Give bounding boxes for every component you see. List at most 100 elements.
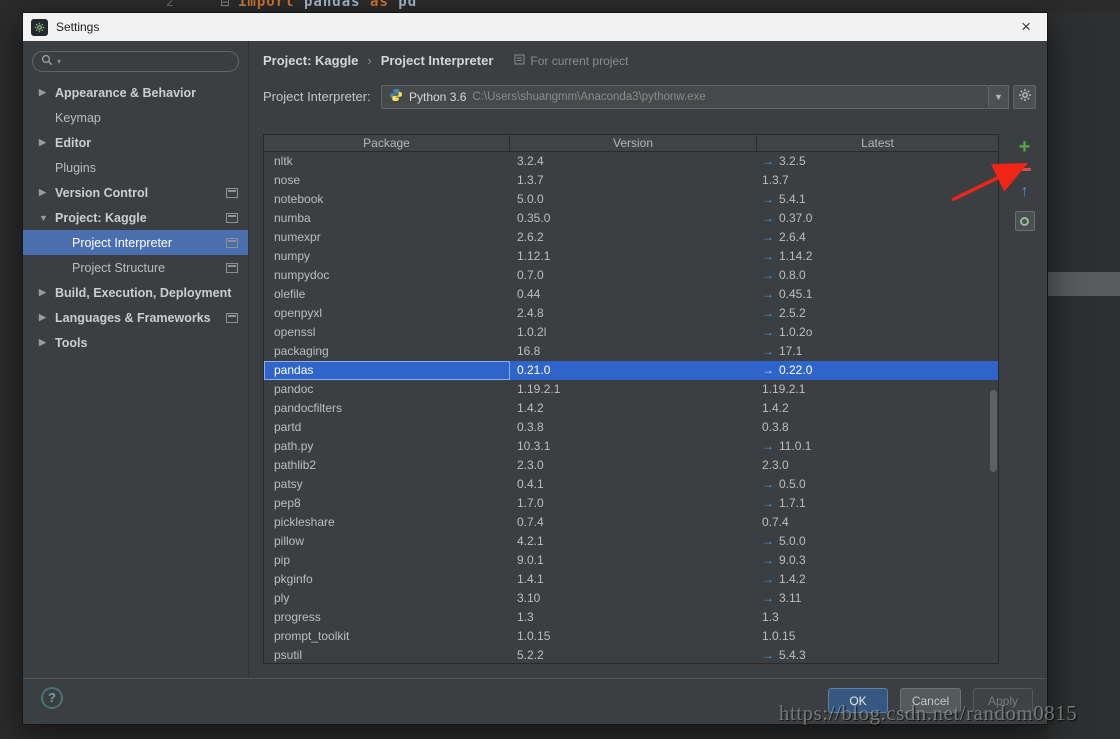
chevron-right-icon[interactable]: ▶	[39, 337, 55, 348]
package-latest-cell: →0.37.0	[757, 209, 998, 228]
package-latest-cell: →2.5.2	[757, 304, 998, 323]
dialog-body: ▾ ▶Appearance & BehaviorKeymap▶EditorPlu…	[23, 41, 1047, 724]
settings-search-box[interactable]: ▾	[32, 51, 239, 72]
package-row-pkginfo[interactable]: pkginfo1.4.1→1.4.2	[264, 570, 998, 589]
sidebar-item-tools[interactable]: ▶Tools	[23, 330, 248, 355]
close-icon[interactable]: ×	[1013, 14, 1039, 40]
package-row-numexpr[interactable]: numexpr2.6.2→2.6.4	[264, 228, 998, 247]
sidebar-item-project-interpreter[interactable]: Project Interpreter	[23, 230, 248, 255]
package-name-cell[interactable]: pandoc	[264, 380, 510, 399]
package-row-numpydoc[interactable]: numpydoc0.7.0→0.8.0	[264, 266, 998, 285]
column-header-package[interactable]: Package	[264, 135, 510, 151]
editor-line-number: 2	[166, 0, 174, 10]
package-name-cell[interactable]: numpy	[264, 247, 510, 266]
add-package-button[interactable]: +	[1019, 137, 1031, 158]
sidebar-item-keymap[interactable]: Keymap	[23, 105, 248, 130]
sidebar-item-project-structure[interactable]: Project Structure	[23, 255, 248, 280]
package-row-openssl[interactable]: openssl1.0.2l→1.0.2o	[264, 323, 998, 342]
package-row-pip[interactable]: pip9.0.1→9.0.3	[264, 551, 998, 570]
package-name-cell[interactable]: numpydoc	[264, 266, 510, 285]
package-row-prompt-toolkit[interactable]: prompt_toolkit1.0.151.0.15	[264, 627, 998, 646]
package-row-olefile[interactable]: olefile0.44→0.45.1	[264, 285, 998, 304]
package-latest-cell: →0.45.1	[757, 285, 998, 304]
package-name-cell[interactable]: pandocfilters	[264, 399, 510, 418]
sidebar-item-build-execution-deployment[interactable]: ▶Build, Execution, Deployment	[23, 280, 248, 305]
package-name-cell[interactable]: pathlib2	[264, 456, 510, 475]
package-name-cell[interactable]: progress	[264, 608, 510, 627]
package-row-notebook[interactable]: notebook5.0.0→5.4.1	[264, 190, 998, 209]
package-name-cell[interactable]: partd	[264, 418, 510, 437]
remove-package-button[interactable]	[1018, 168, 1031, 171]
package-row-pandocfilters[interactable]: pandocfilters1.4.21.4.2	[264, 399, 998, 418]
search-options-chevron-icon[interactable]: ▾	[57, 57, 61, 66]
package-row-pillow[interactable]: pillow4.2.1→5.0.0	[264, 532, 998, 551]
package-row-patsy[interactable]: patsy0.4.1→0.5.0	[264, 475, 998, 494]
package-name-cell[interactable]: notebook	[264, 190, 510, 209]
sidebar-item-appearance-behavior[interactable]: ▶Appearance & Behavior	[23, 80, 248, 105]
package-name-cell[interactable]: nose	[264, 171, 510, 190]
package-name-cell[interactable]: openpyxl	[264, 304, 510, 323]
package-name-cell[interactable]: nltk	[264, 152, 510, 171]
package-name-cell[interactable]: numba	[264, 209, 510, 228]
package-name-cell[interactable]: ply	[264, 589, 510, 608]
package-row-nose[interactable]: nose1.3.71.3.7	[264, 171, 998, 190]
latest-version-label: 1.3.7	[762, 171, 789, 190]
package-row-psutil[interactable]: psutil5.2.2→5.4.3	[264, 646, 998, 663]
interpreter-gear-button[interactable]	[1013, 85, 1036, 109]
package-row-openpyxl[interactable]: openpyxl2.4.8→2.5.2	[264, 304, 998, 323]
package-name-cell[interactable]: path.py	[264, 437, 510, 456]
sidebar-item-plugins[interactable]: Plugins	[23, 155, 248, 180]
package-row-partd[interactable]: partd0.3.80.3.8	[264, 418, 998, 437]
table-scrollbar-thumb[interactable]	[990, 390, 997, 472]
package-row-pandas[interactable]: pandas0.21.0→0.22.0	[264, 361, 998, 380]
upgrade-package-button[interactable]: ↑	[1021, 183, 1029, 203]
chevron-right-icon[interactable]: ▶	[39, 287, 55, 298]
package-row-numba[interactable]: numba0.35.0→0.37.0	[264, 209, 998, 228]
sidebar-item-version-control[interactable]: ▶Version Control	[23, 180, 248, 205]
package-row-pickleshare[interactable]: pickleshare0.7.40.7.4	[264, 513, 998, 532]
column-header-version[interactable]: Version	[510, 135, 757, 151]
sidebar-item-project-kaggle[interactable]: ▼Project: Kaggle	[23, 205, 248, 230]
sidebar-item-label: Tools	[55, 336, 87, 350]
package-row-numpy[interactable]: numpy1.12.1→1.14.2	[264, 247, 998, 266]
package-row-pathlib2[interactable]: pathlib22.3.02.3.0	[264, 456, 998, 475]
chevron-right-icon[interactable]: ▶	[39, 87, 55, 98]
chevron-right-icon[interactable]: ▶	[39, 137, 55, 148]
package-name-cell[interactable]: prompt_toolkit	[264, 627, 510, 646]
package-name-cell[interactable]: pickleshare	[264, 513, 510, 532]
package-row-ply[interactable]: ply3.10→3.11	[264, 589, 998, 608]
package-name-cell[interactable]: numexpr	[264, 228, 510, 247]
chevron-right-icon[interactable]: ▶	[39, 312, 55, 323]
dialog-titlebar[interactable]: Settings ×	[23, 13, 1047, 41]
package-name-cell[interactable]: pillow	[264, 532, 510, 551]
chevron-right-icon[interactable]: ▶	[39, 187, 55, 198]
sidebar-item-editor[interactable]: ▶Editor	[23, 130, 248, 155]
help-button[interactable]: ?	[41, 687, 63, 709]
conda-toggle-button[interactable]	[1015, 211, 1035, 231]
package-row-pandoc[interactable]: pandoc1.19.2.11.19.2.1	[264, 380, 998, 399]
package-name-cell[interactable]: packaging	[264, 342, 510, 361]
package-name-cell[interactable]: pandas	[264, 361, 510, 380]
package-name-cell[interactable]: openssl	[264, 323, 510, 342]
package-row-path-py[interactable]: path.py10.3.1→11.0.1	[264, 437, 998, 456]
code-fold-icon: ⊟	[220, 0, 230, 9]
column-header-latest[interactable]: Latest	[757, 135, 998, 151]
interpreter-select[interactable]: Python 3.6 C:\Users\shuangmm\Anaconda3\p…	[381, 85, 989, 109]
package-name-cell[interactable]: psutil	[264, 646, 510, 663]
package-row-nltk[interactable]: nltk3.2.4→3.2.5	[264, 152, 998, 171]
sidebar-item-languages-frameworks[interactable]: ▶Languages & Frameworks	[23, 305, 248, 330]
package-row-progress[interactable]: progress1.31.3	[264, 608, 998, 627]
package-name-cell[interactable]: patsy	[264, 475, 510, 494]
breadcrumb-project[interactable]: Project: Kaggle	[263, 53, 358, 68]
latest-version-label: 0.22.0	[779, 361, 812, 380]
package-name-cell[interactable]: pkginfo	[264, 570, 510, 589]
package-row-packaging[interactable]: packaging16.8→17.1	[264, 342, 998, 361]
latest-version-label: 2.3.0	[762, 456, 789, 475]
package-name-cell[interactable]: olefile	[264, 285, 510, 304]
package-name-cell[interactable]: pep8	[264, 494, 510, 513]
search-input[interactable]	[65, 54, 230, 70]
package-row-pep8[interactable]: pep81.7.0→1.7.1	[264, 494, 998, 513]
interpreter-dropdown-chevron-icon[interactable]: ▼	[989, 85, 1009, 109]
chevron-down-icon[interactable]: ▼	[39, 213, 55, 223]
package-name-cell[interactable]: pip	[264, 551, 510, 570]
